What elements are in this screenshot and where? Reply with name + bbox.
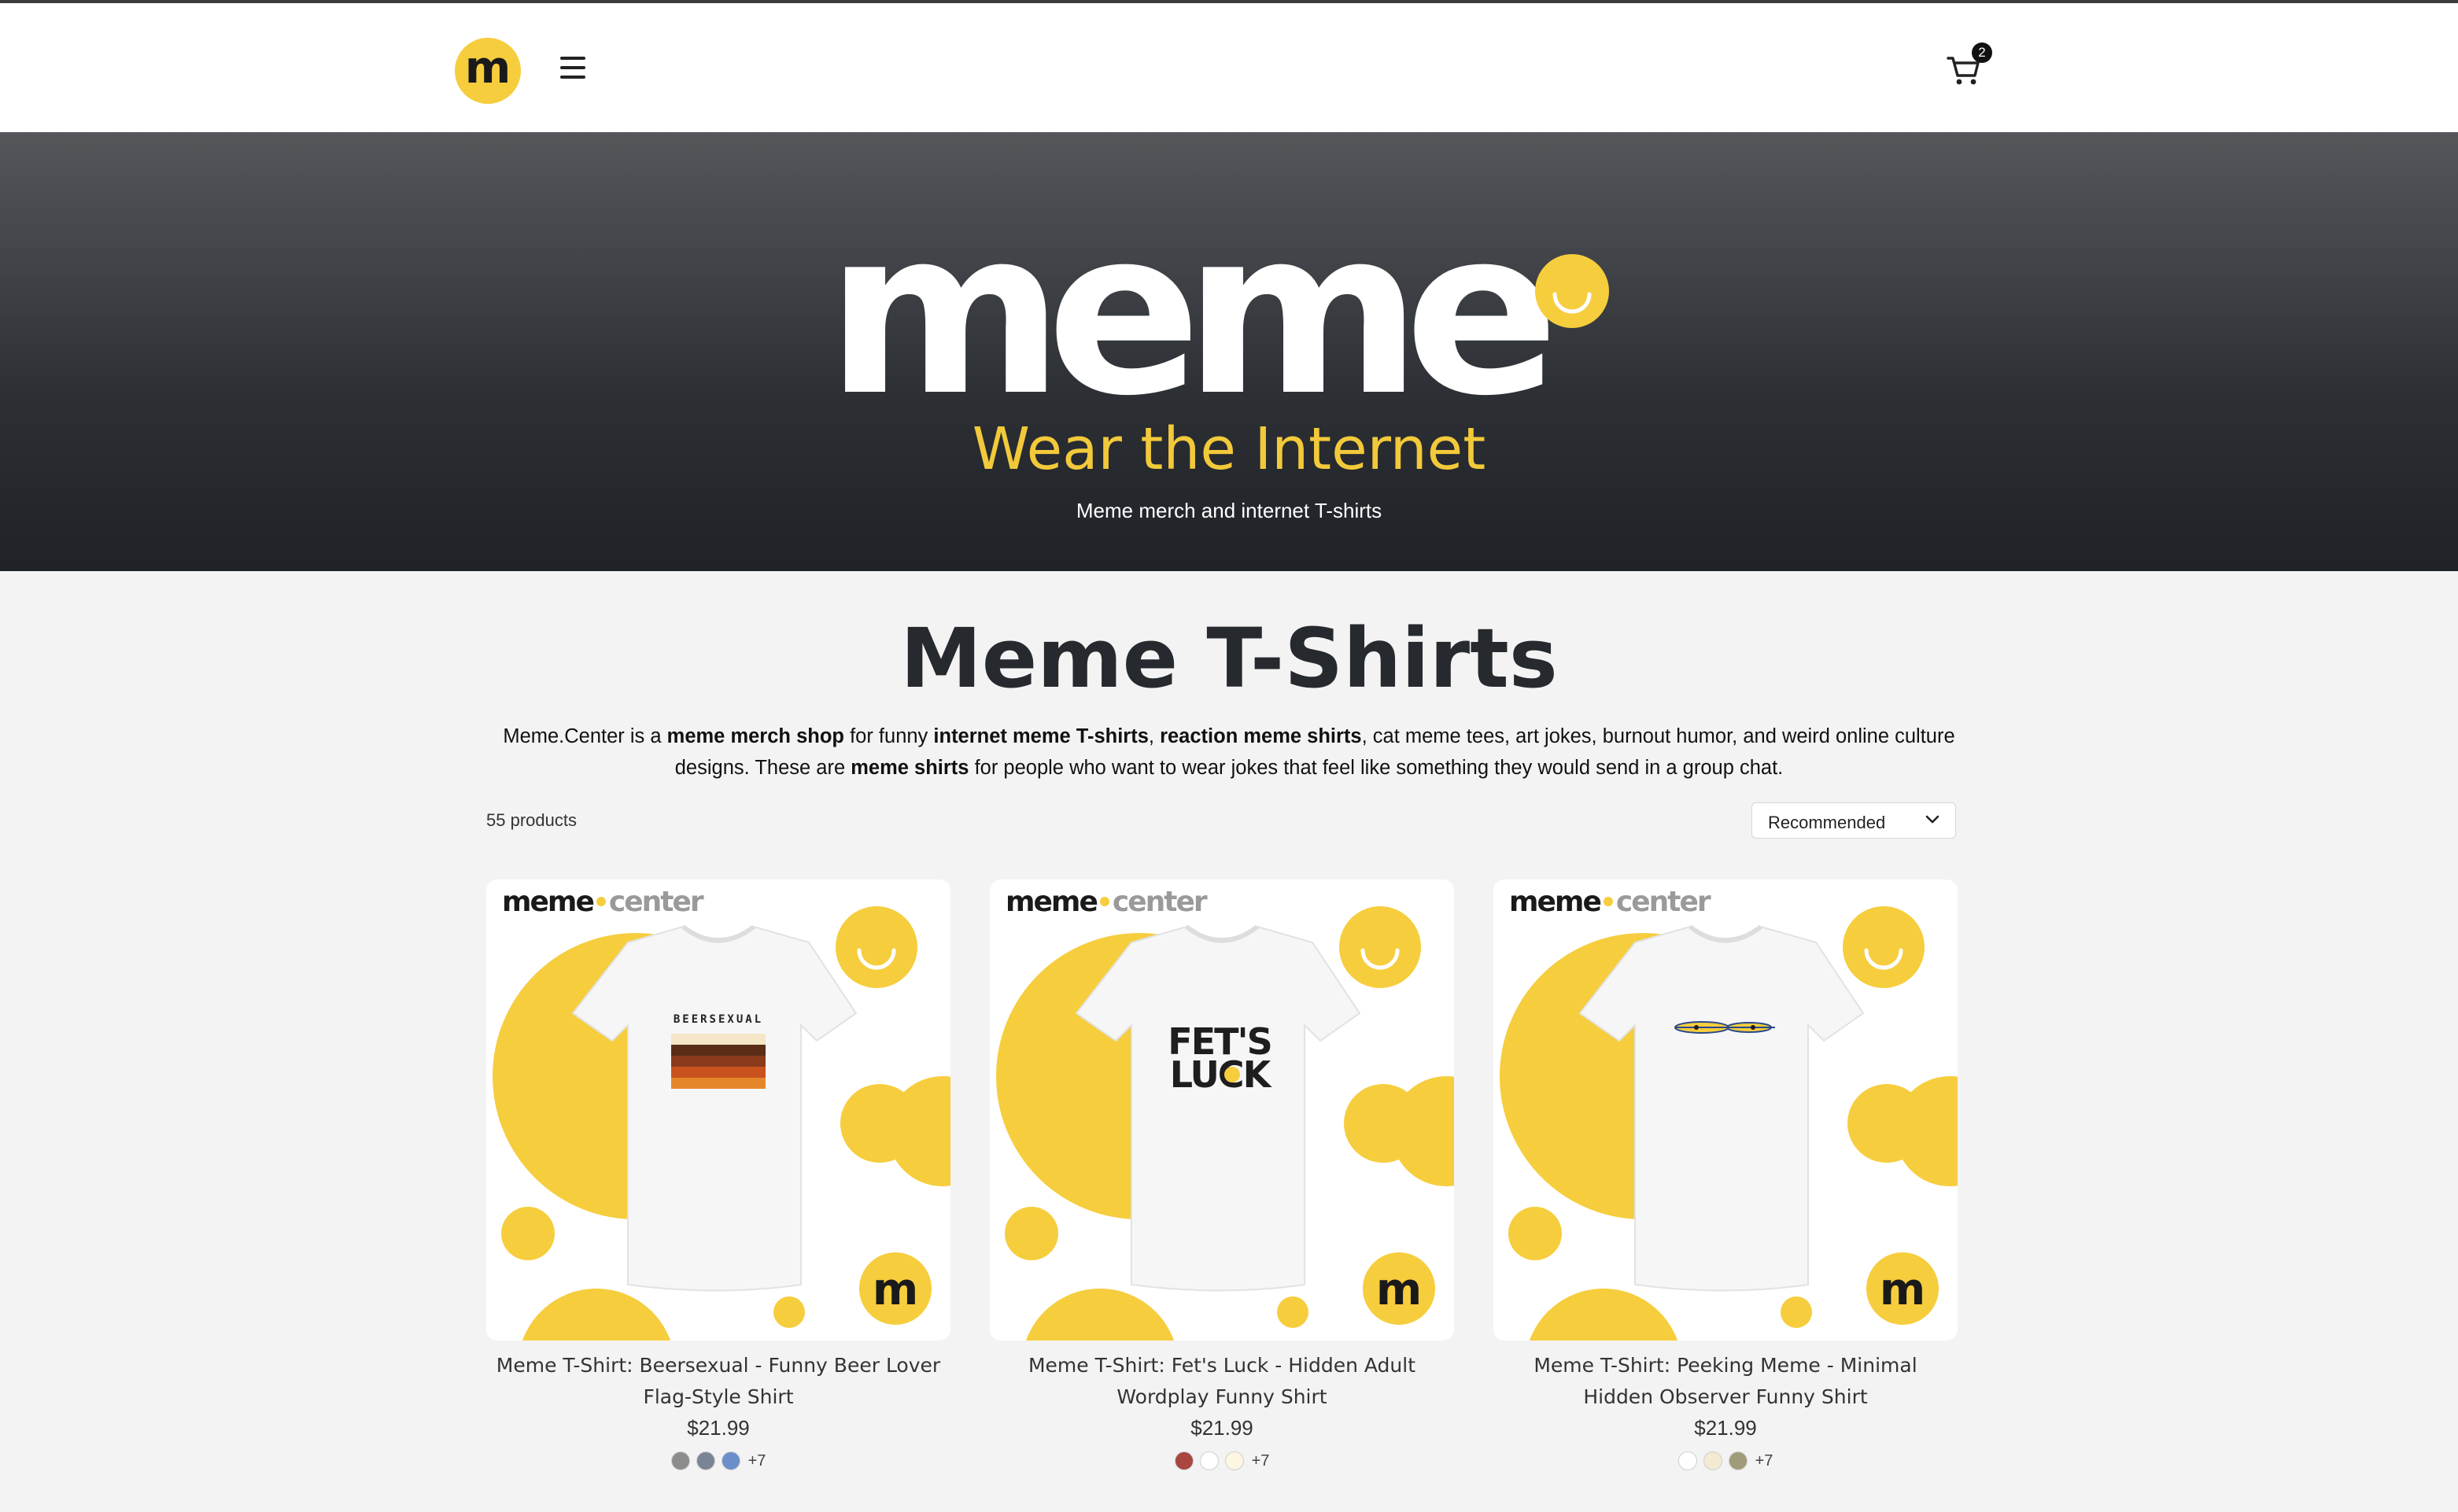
product-art: m BEERSEXUAL	[493, 906, 950, 1341]
brand-logo: meme center	[1006, 886, 1208, 918]
page-title: Meme T-Shirts	[900, 610, 1558, 706]
more-colors-count: +7	[747, 1451, 766, 1470]
brand-logo: meme center	[502, 886, 704, 918]
product-price: $21.99	[1694, 1416, 1757, 1440]
product-title[interactable]: Meme T-Shirt: Peeking Meme - Minimal Hid…	[1493, 1350, 1958, 1413]
product-title[interactable]: Meme T-Shirt: Beersexual - Funny Beer Lo…	[486, 1350, 950, 1413]
product-price: $21.99	[1190, 1416, 1253, 1440]
color-swatches: +7	[1493, 1451, 1958, 1470]
product-card[interactable]: m FET'S LUCK meme center Meme T-Shirt: Fe…	[990, 880, 1454, 1470]
product-price: $21.99	[687, 1416, 750, 1440]
cart-count-badge: 2	[1972, 42, 1992, 63]
brand-logo: meme center	[1509, 886, 1711, 918]
hero-subtitle: Meme merch and internet T-shirts	[1076, 499, 1382, 522]
chevron-down-icon	[1925, 815, 1939, 824]
hero-tagline: Wear the Internet	[972, 415, 1486, 483]
product-card[interactable]: m BEERSEXUAL meme center Meme T-Shirt: Be…	[486, 880, 950, 1470]
color-swatch[interactable]	[1677, 1451, 1697, 1470]
color-swatch[interactable]	[696, 1451, 715, 1470]
logo-letter: m	[464, 42, 511, 94]
product-art: m	[1500, 906, 1958, 1341]
color-swatch[interactable]	[1174, 1451, 1194, 1470]
shirt-print-text: BEERSEXUAL	[674, 1013, 763, 1026]
hamburger-menu-icon[interactable]	[560, 57, 587, 82]
product-image[interactable]: m meme center	[1493, 880, 1958, 1341]
product-image[interactable]: m BEERSEXUAL meme center	[486, 880, 950, 1341]
brand-badge-letter: m	[1376, 1264, 1422, 1315]
product-card[interactable]: m meme center Meme T-Shirt: Peeking Meme …	[1493, 880, 1958, 1470]
brand-badge-letter: m	[873, 1264, 918, 1315]
site-header: m 2	[0, 3, 2458, 132]
smiley-dot-icon	[1535, 254, 1609, 328]
color-swatch[interactable]	[1728, 1451, 1748, 1470]
color-swatches: +7	[486, 1451, 950, 1470]
color-swatches: +7	[990, 1451, 1454, 1470]
more-colors-count: +7	[1251, 1451, 1270, 1470]
product-art: m FET'S LUCK	[996, 906, 1454, 1341]
hero-meme-wordmark: meme	[826, 208, 1568, 444]
shirt-print-text: LUCK	[1170, 1053, 1273, 1096]
product-image[interactable]: m FET'S LUCK meme center	[990, 880, 1454, 1341]
product-count: 55 products	[486, 810, 577, 830]
sort-selected-value: Recommended	[1768, 813, 1886, 832]
intro-paragraph: Meme.Center is a meme merch shop for fun…	[503, 725, 1955, 779]
product-title[interactable]: Meme T-Shirt: Fet's Luck - Hidden Adult …	[990, 1350, 1454, 1413]
brand-badge-letter: m	[1880, 1264, 1925, 1315]
color-swatch[interactable]	[721, 1451, 740, 1470]
sort-select[interactable]: Recommended	[1751, 802, 1956, 839]
hero-wordmark-text: meme	[826, 208, 1551, 444]
more-colors-count: +7	[1755, 1451, 1773, 1470]
color-swatch[interactable]	[1703, 1451, 1722, 1470]
color-swatch[interactable]	[1224, 1451, 1244, 1470]
site-logo[interactable]: m	[455, 38, 521, 104]
color-swatch[interactable]	[1199, 1451, 1219, 1470]
hero-banner: meme Wear the Internet Meme merch and in…	[0, 132, 2458, 571]
color-swatch[interactable]	[670, 1451, 690, 1470]
